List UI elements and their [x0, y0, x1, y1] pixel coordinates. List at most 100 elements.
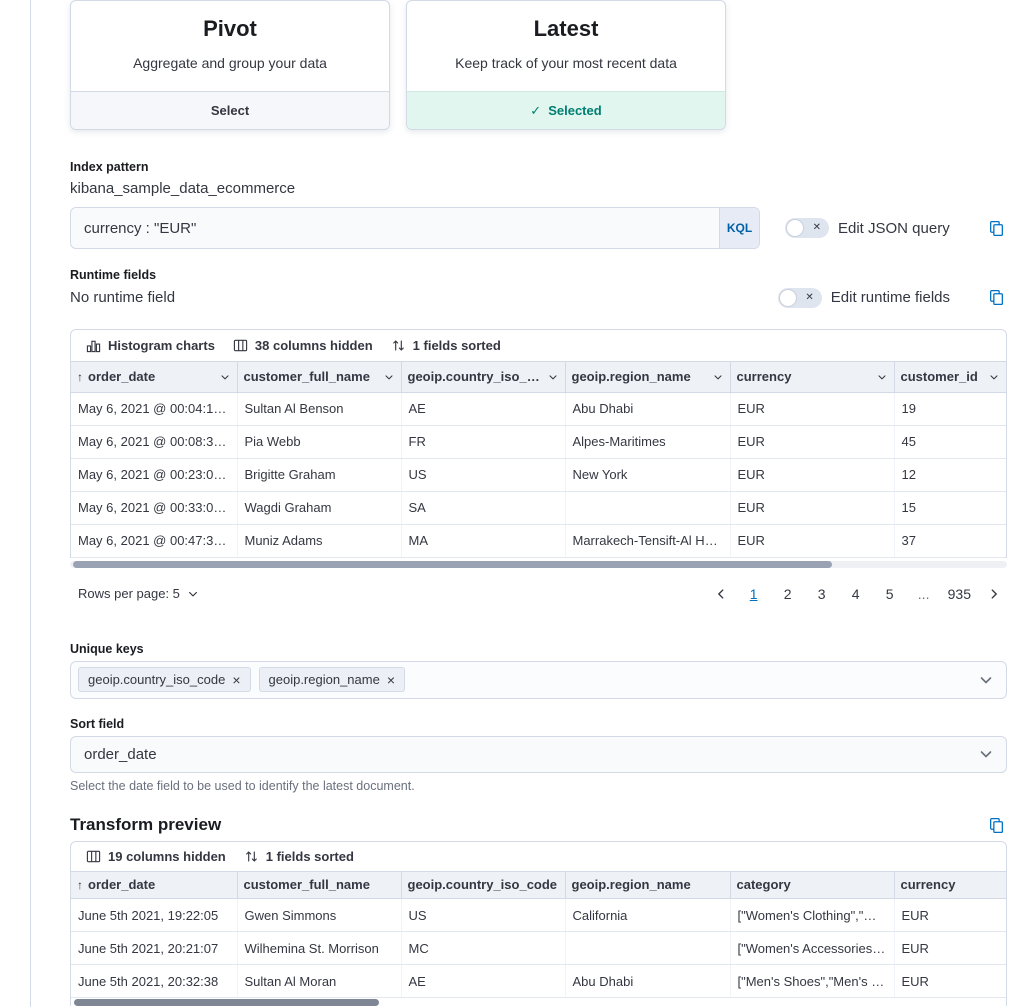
table-cell[interactable]: AE — [401, 965, 565, 998]
copy-preview-button[interactable] — [986, 815, 1007, 836]
copy-runtime-button[interactable] — [986, 287, 1007, 308]
table-cell[interactable]: ["Women's Accessories","... — [730, 932, 894, 965]
column-header[interactable]: geoip.country_iso_code — [401, 872, 565, 899]
scrollbar-thumb[interactable] — [74, 999, 379, 1006]
histogram-charts-button[interactable]: Histogram charts — [77, 334, 224, 357]
scrollbar-thumb[interactable] — [73, 561, 832, 568]
table-cell[interactable]: EUR — [894, 899, 1006, 932]
table-cell[interactable]: Sultan Al Moran — [237, 965, 401, 998]
column-header[interactable]: currency — [894, 872, 1006, 899]
chevron-down-icon[interactable] — [876, 371, 888, 383]
chevron-down-icon[interactable] — [988, 371, 1000, 383]
pagination-page[interactable]: 935 — [946, 581, 973, 607]
columns-hidden-button[interactable]: 38 columns hidden — [224, 334, 382, 357]
table-cell[interactable]: Alpes-Maritimes — [565, 425, 730, 458]
table-cell[interactable]: EUR — [730, 524, 894, 557]
remove-key-icon[interactable]: × — [232, 673, 240, 687]
table-cell[interactable]: EUR — [730, 392, 894, 425]
fields-sorted-button[interactable]: 1 fields sorted — [235, 845, 363, 868]
chevron-down-icon[interactable] — [547, 371, 559, 383]
column-header[interactable]: customer_full_name — [237, 362, 401, 392]
table-cell[interactable]: Wilhemina St. Morrison — [237, 932, 401, 965]
table-cell[interactable]: June 5th 2021, 19:22:05 — [71, 899, 237, 932]
latest-card[interactable]: Latest Keep track of your most recent da… — [406, 0, 726, 130]
table-cell[interactable]: ["Men's Shoes","Men's Cl... — [730, 965, 894, 998]
table-cell[interactable]: May 6, 2021 @ 00:08:38... — [71, 425, 237, 458]
table-cell[interactable]: US — [401, 458, 565, 491]
remove-key-icon[interactable]: × — [387, 673, 395, 687]
next-page-button[interactable] — [981, 583, 1007, 605]
table-cell[interactable]: Abu Dhabi — [565, 392, 730, 425]
previous-page-button[interactable] — [708, 583, 734, 605]
pivot-select-button[interactable]: Select — [71, 91, 389, 129]
table-cell[interactable]: May 6, 2021 @ 00:47:31... — [71, 524, 237, 557]
pivot-card[interactable]: Pivot Aggregate and group your data Sele… — [70, 0, 390, 130]
table-cell[interactable]: Brigitte Graham — [237, 458, 401, 491]
sort-field-select[interactable]: order_date — [70, 736, 1007, 773]
table-cell[interactable]: US — [401, 899, 565, 932]
column-header[interactable]: category — [730, 872, 894, 899]
table-cell[interactable]: May 6, 2021 @ 00:23:02... — [71, 458, 237, 491]
column-header[interactable]: customer_full_name — [237, 872, 401, 899]
table-cell[interactable]: 15 — [894, 491, 1006, 524]
column-header[interactable]: geoip.country_iso_co... — [401, 362, 565, 392]
horizontal-scrollbar[interactable] — [70, 561, 1007, 568]
columns-hidden-button[interactable]: 19 columns hidden — [77, 845, 235, 868]
table-cell[interactable]: EUR — [730, 425, 894, 458]
table-cell[interactable]: Gwen Simmons — [237, 899, 401, 932]
rows-per-page-button[interactable]: Rows per page: 5 — [70, 582, 207, 605]
table-cell[interactable] — [565, 932, 730, 965]
column-header[interactable]: ↑order_date — [71, 872, 237, 899]
table-cell[interactable]: ["Women's Clothing","Wo... — [730, 899, 894, 932]
table-cell[interactable]: FR — [401, 425, 565, 458]
table-cell[interactable]: EUR — [730, 491, 894, 524]
table-cell[interactable]: MA — [401, 524, 565, 557]
table-cell[interactable]: June 5th 2021, 20:21:07 — [71, 932, 237, 965]
table-cell[interactable]: Wagdi Graham — [237, 491, 401, 524]
chevron-down-icon[interactable] — [383, 371, 395, 383]
copy-query-button[interactable] — [986, 218, 1007, 239]
pagination-page[interactable]: 1 — [742, 581, 766, 607]
table-cell[interactable]: 45 — [894, 425, 1006, 458]
table-cell[interactable]: Sultan Al Benson — [237, 392, 401, 425]
table-cell[interactable]: 37 — [894, 524, 1006, 557]
table-cell[interactable]: SA — [401, 491, 565, 524]
horizontal-scrollbar[interactable] — [71, 999, 1006, 1006]
table-cell[interactable]: Pia Webb — [237, 425, 401, 458]
table-cell[interactable]: Marrakech-Tensift-Al Hao... — [565, 524, 730, 557]
pagination-page[interactable]: 4 — [844, 581, 868, 607]
column-header[interactable]: geoip.region_name — [565, 872, 730, 899]
table-cell[interactable]: 12 — [894, 458, 1006, 491]
unique-keys-combobox[interactable]: geoip.country_iso_code×geoip.region_name… — [70, 661, 1007, 699]
column-header[interactable]: ↑order_date — [71, 362, 237, 392]
query-language-button[interactable]: KQL — [719, 208, 759, 248]
table-cell[interactable] — [565, 491, 730, 524]
chevron-down-icon[interactable] — [712, 371, 724, 383]
edit-json-query-toggle[interactable]: ✕ — [785, 218, 829, 238]
table-cell[interactable]: MC — [401, 932, 565, 965]
pagination-page[interactable]: 2 — [776, 581, 800, 607]
table-cell[interactable]: EUR — [894, 932, 1006, 965]
column-header[interactable]: currency — [730, 362, 894, 392]
table-cell[interactable]: Muniz Adams — [237, 524, 401, 557]
column-header[interactable]: geoip.region_name — [565, 362, 730, 392]
table-cell[interactable]: AE — [401, 392, 565, 425]
table-cell[interactable]: May 6, 2021 @ 00:33:07... — [71, 491, 237, 524]
chevron-down-icon[interactable] — [978, 672, 994, 688]
latest-selected-button[interactable]: ✓ Selected — [407, 91, 725, 129]
table-cell[interactable]: New York — [565, 458, 730, 491]
table-cell[interactable]: June 5th 2021, 20:32:38 — [71, 965, 237, 998]
fields-sorted-button[interactable]: 1 fields sorted — [382, 334, 510, 357]
chevron-down-icon[interactable] — [219, 371, 231, 383]
edit-runtime-fields-toggle[interactable]: ✕ — [778, 288, 822, 308]
table-cell[interactable]: EUR — [894, 965, 1006, 998]
table-cell[interactable]: EUR — [730, 458, 894, 491]
column-header[interactable]: customer_id — [894, 362, 1006, 392]
table-cell[interactable]: 19 — [894, 392, 1006, 425]
pagination-page[interactable]: 5 — [878, 581, 902, 607]
table-cell[interactable]: May 6, 2021 @ 00:04:19... — [71, 392, 237, 425]
query-input[interactable]: currency : "EUR" KQL — [70, 207, 760, 249]
table-cell[interactable]: California — [565, 899, 730, 932]
table-cell[interactable]: Abu Dhabi — [565, 965, 730, 998]
pagination-page[interactable]: 3 — [810, 581, 834, 607]
